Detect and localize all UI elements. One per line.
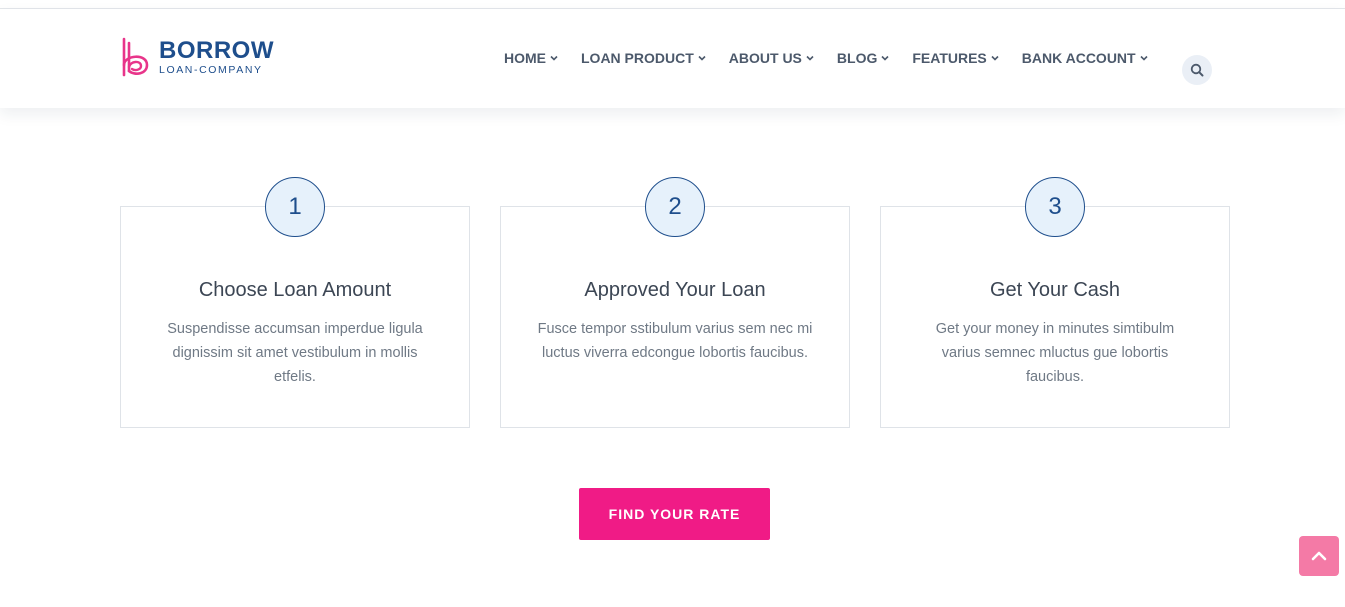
chevron-down-icon <box>881 55 889 61</box>
nav-item-label: LOAN PRODUCT <box>581 50 694 66</box>
chevron-down-icon <box>1140 55 1148 61</box>
brand-tagline: LOAN-COMPANY <box>159 64 263 76</box>
search-icon <box>1190 63 1204 77</box>
nav-item-loan-product[interactable]: LOAN PRODUCT <box>581 50 706 66</box>
nav-item-label: FEATURES <box>912 50 987 66</box>
nav-item-label: BANK ACCOUNT <box>1021 50 1136 66</box>
step-title: Get Your Cash <box>989 279 1121 301</box>
nav-item-blog[interactable]: BLOG <box>837 50 889 66</box>
search-button[interactable] <box>1182 55 1212 85</box>
brand-name: BORROW <box>159 37 274 64</box>
step-number-badge: 1 <box>265 177 325 237</box>
chevron-up-icon <box>1311 551 1327 561</box>
nav-item-label: ABOUT US <box>728 50 802 66</box>
nav-item-label: BLOG <box>836 50 878 66</box>
step-title: Choose Loan Amount <box>198 279 392 301</box>
step-title: Approved Your Loan <box>584 279 766 301</box>
step-description: Get your money in minutes simtibulm vari… <box>935 321 1175 385</box>
step-number-badge: 3 <box>1025 177 1085 237</box>
brand-logo[interactable]: BORROW LOAN-COMPANY <box>121 37 274 79</box>
chevron-down-icon <box>806 55 814 61</box>
scroll-to-top-button[interactable] <box>1299 536 1339 576</box>
chevron-down-icon <box>550 55 558 61</box>
chevron-down-icon <box>698 55 706 61</box>
find-your-rate-button[interactable]: FIND YOUR RATE <box>579 488 770 540</box>
site-header: BORROW LOAN-COMPANY HOME LOAN PRODUCT AB… <box>0 9 1345 108</box>
step-number-badge: 2 <box>645 177 705 237</box>
step-description: Suspendisse accumsan imperdue ligula dig… <box>167 321 423 385</box>
main-nav: HOME LOAN PRODUCT ABOUT US BLOG FEATURES… <box>504 50 1171 66</box>
step-description: Fusce tempor sstibulum varius sem nec mi… <box>537 321 813 361</box>
nav-item-about-us[interactable]: ABOUT US <box>729 50 814 66</box>
step-card-3: 3 Get Your Cash Get your money in minute… <box>880 177 1230 428</box>
nav-item-label: HOME <box>504 50 546 66</box>
nav-item-bank-account[interactable]: BANK ACCOUNT <box>1022 50 1148 66</box>
nav-item-home[interactable]: HOME <box>504 50 558 66</box>
nav-item-features[interactable]: FEATURES <box>912 50 999 66</box>
step-card-2: 2 Approved Your Loan Fusce tempor sstibu… <box>500 177 850 428</box>
logo-mark-icon <box>122 37 149 77</box>
step-card-1: 1 Choose Loan Amount Suspendisse accumsa… <box>120 177 470 428</box>
chevron-down-icon <box>991 55 999 61</box>
